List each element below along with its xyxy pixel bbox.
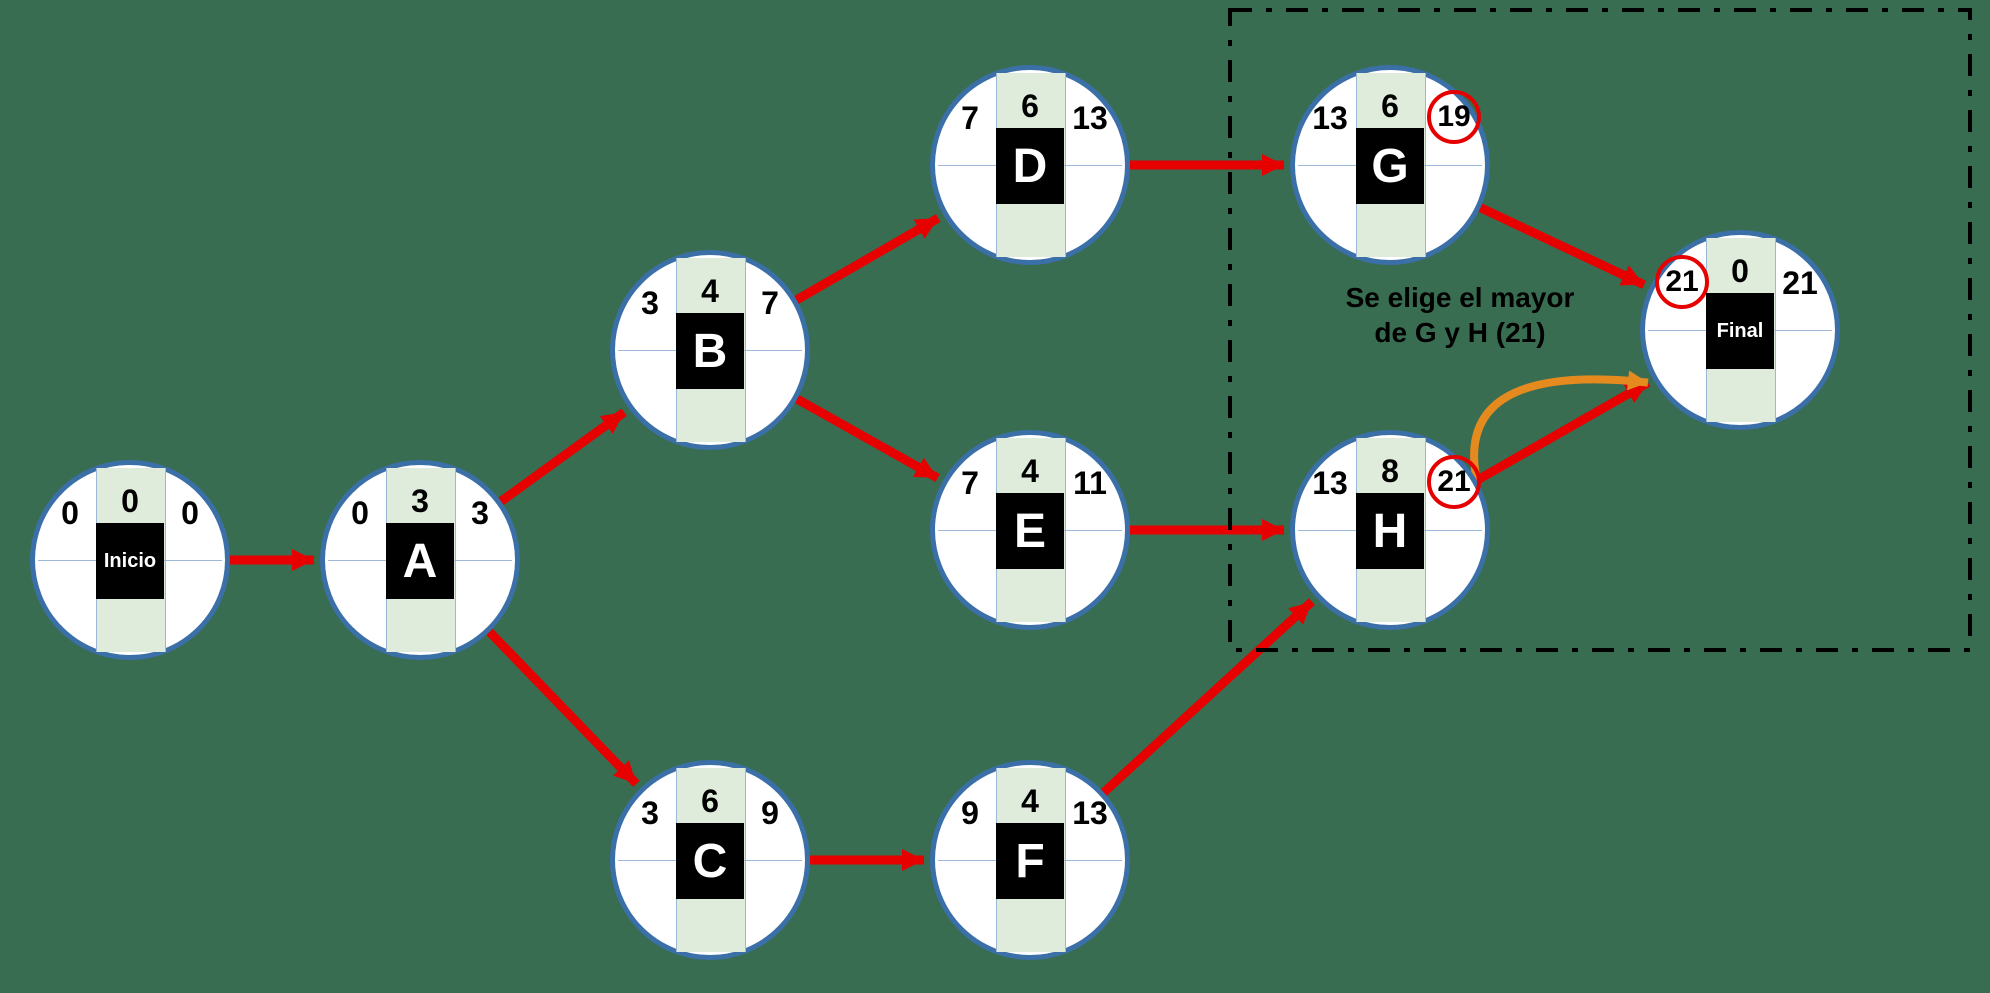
node-early-start: 7 [945, 98, 995, 138]
node-early-start: 13 [1305, 98, 1355, 138]
node-duration: 6 [996, 86, 1064, 126]
arrowhead-icon [1262, 519, 1284, 541]
node-early-finish: 3 [455, 493, 505, 533]
node-early-finish: 7 [745, 283, 795, 323]
arrowhead-icon [902, 849, 924, 871]
node-early-start: 0 [45, 493, 95, 533]
node-c: 63 9C [610, 760, 810, 960]
curve-h-final [1474, 379, 1648, 480]
node-duration: 4 [996, 451, 1064, 491]
node-d: 67 13D [930, 65, 1130, 265]
node-duration: 3 [386, 481, 454, 521]
node-duration: 4 [676, 271, 744, 311]
node-b: 43 7B [610, 250, 810, 450]
arrowhead-icon [913, 458, 938, 478]
node-early-start: 3 [625, 793, 675, 833]
node-early-finish: 9 [745, 793, 795, 833]
annotation-line-1: Se elige el mayor [1300, 280, 1620, 315]
arrowhead-icon [1262, 154, 1284, 176]
node-early-finish: 11 [1065, 463, 1115, 503]
edge-h-final [1477, 383, 1648, 481]
node-duration: 8 [1356, 451, 1424, 491]
arrowhead-icon [1620, 265, 1645, 285]
node-a: 303A [320, 460, 520, 660]
node-label: D [996, 128, 1064, 204]
node-f: 49 13F [930, 760, 1130, 960]
node-duration: 0 [96, 481, 164, 521]
node-duration: 0 [1706, 251, 1774, 291]
annotation-line-2: de G y H (21) [1300, 315, 1620, 350]
node-early-start: 0 [335, 493, 385, 533]
node-early-start: 3 [625, 283, 675, 323]
edge-a-b [501, 412, 624, 501]
annotation-note: Se elige el mayor de G y H (21) [1300, 280, 1620, 350]
edge-b-e [797, 399, 937, 478]
node-early-start: 7 [945, 463, 995, 503]
node-g: 613 19G [1290, 65, 1490, 265]
node-early-finish: 13 [1065, 793, 1115, 833]
arrowhead-icon [292, 549, 314, 571]
node-label: A [386, 523, 454, 599]
node-label: C [676, 823, 744, 899]
edge-b-d [797, 218, 939, 300]
node-duration: 6 [676, 781, 744, 821]
node-h: 813 21H [1290, 430, 1490, 630]
node-label: Inicio [96, 523, 164, 599]
node-duration: 6 [1356, 86, 1424, 126]
node-label: F [996, 823, 1064, 899]
node-early-start: 21 [1655, 255, 1709, 309]
node-early-finish: 13 [1065, 98, 1115, 138]
node-inicio: 000Inicio [30, 460, 230, 660]
node-label: E [996, 493, 1064, 569]
node-label: Final [1706, 293, 1774, 369]
edge-f-h [1104, 602, 1312, 793]
node-early-start: 13 [1305, 463, 1355, 503]
node-label: B [676, 313, 744, 389]
node-early-finish: 21 [1427, 455, 1481, 509]
node-early-finish: 21 [1775, 263, 1825, 303]
node-e: 47 11E [930, 430, 1130, 630]
node-label: H [1356, 493, 1424, 569]
node-early-finish: 19 [1427, 90, 1481, 144]
node-early-start: 9 [945, 793, 995, 833]
node-early-finish: 0 [165, 493, 215, 533]
node-duration: 4 [996, 781, 1064, 821]
node-label: G [1356, 128, 1424, 204]
edge-g-final [1480, 208, 1644, 285]
node-final: 021 21Final [1640, 230, 1840, 430]
